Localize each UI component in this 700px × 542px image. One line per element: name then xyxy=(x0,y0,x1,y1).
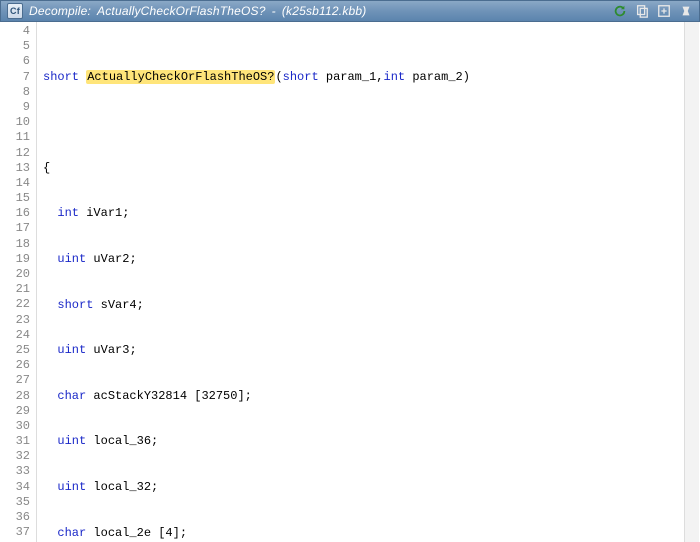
line-number: 15 xyxy=(10,191,30,206)
decompile-view[interactable]: 4567891011121314151617181920212223242526… xyxy=(0,22,700,542)
line-number: 12 xyxy=(10,146,30,161)
line-number: 36 xyxy=(10,510,30,525)
line-number: 23 xyxy=(10,313,30,328)
line-number: 9 xyxy=(10,100,30,115)
line-number: 16 xyxy=(10,206,30,221)
line-number: 6 xyxy=(10,54,30,69)
window-title-bar: Cf Decompile: ActuallyCheckOrFlashTheOS?… xyxy=(0,0,700,22)
line-number: 5 xyxy=(10,39,30,54)
copy-icon[interactable] xyxy=(635,4,649,18)
line-number: 28 xyxy=(10,389,30,404)
line-number: 10 xyxy=(10,115,30,130)
vertical-scrollbar[interactable] xyxy=(684,22,699,542)
line-number: 7 xyxy=(10,70,30,85)
line-number: 34 xyxy=(10,480,30,495)
title-toolbar xyxy=(613,4,693,18)
line-number: 4 xyxy=(10,24,30,39)
line-number: 21 xyxy=(10,282,30,297)
line-number: 37 xyxy=(10,525,30,540)
line-number: 17 xyxy=(10,221,30,236)
line-number: 18 xyxy=(10,237,30,252)
line-number: 35 xyxy=(10,495,30,510)
line-number: 29 xyxy=(10,404,30,419)
title-prefix: Decompile: xyxy=(29,4,91,18)
title-file: (k25sb112.kbb) xyxy=(282,4,367,18)
line-number: 27 xyxy=(10,373,30,388)
line-number: 33 xyxy=(10,464,30,479)
refresh-icon[interactable] xyxy=(613,4,627,18)
line-number: 26 xyxy=(10,358,30,373)
line-number: 14 xyxy=(10,176,30,191)
source-code[interactable]: short ActuallyCheckOrFlashTheOS?(short p… xyxy=(37,22,700,542)
line-number: 13 xyxy=(10,161,30,176)
app-icon: Cf xyxy=(7,3,23,19)
line-number: 20 xyxy=(10,267,30,282)
settings-icon[interactable] xyxy=(679,4,693,18)
line-number: 30 xyxy=(10,419,30,434)
title-dash: - xyxy=(272,4,276,18)
title-left: Cf Decompile: ActuallyCheckOrFlashTheOS?… xyxy=(7,3,366,19)
signature-line: short ActuallyCheckOrFlashTheOS?(short p… xyxy=(43,70,700,85)
title-func: ActuallyCheckOrFlashTheOS? xyxy=(97,4,266,18)
function-name-highlight: ActuallyCheckOrFlashTheOS? xyxy=(86,70,275,84)
line-number: 22 xyxy=(10,297,30,312)
line-number: 11 xyxy=(10,130,30,145)
line-number: 24 xyxy=(10,328,30,343)
line-number: 32 xyxy=(10,449,30,464)
line-number: 25 xyxy=(10,343,30,358)
line-number: 19 xyxy=(10,252,30,267)
tool-icon[interactable] xyxy=(657,4,671,18)
line-number: 31 xyxy=(10,434,30,449)
line-number-gutter: 4567891011121314151617181920212223242526… xyxy=(0,22,37,542)
line-number: 8 xyxy=(10,85,30,100)
